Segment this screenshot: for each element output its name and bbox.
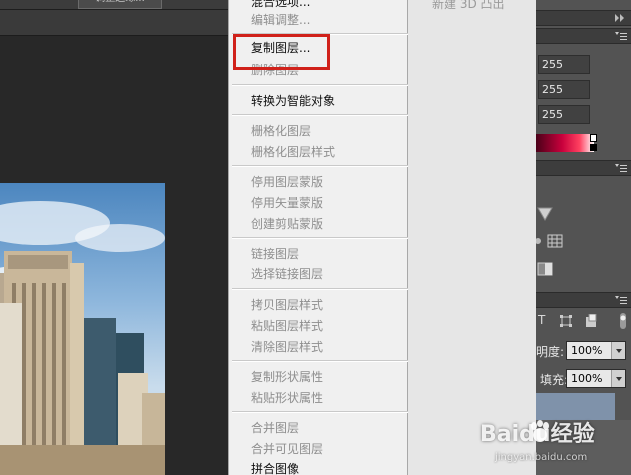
panel-header-collapse[interactable]	[536, 10, 631, 26]
new-3d-extrusion-label: 新建 3D 凸出	[432, 0, 505, 11]
color-g-field[interactable]: 255	[538, 80, 590, 99]
menu-item-paste-shape-attributes: 粘贴形状属性	[251, 391, 324, 405]
menu-item-copy-shape-attributes: 复制形状属性	[251, 370, 324, 384]
opacity-input[interactable]: 100%	[566, 341, 626, 360]
smart-object-filter-icon[interactable]	[585, 314, 597, 328]
color-panel-header[interactable]	[536, 28, 631, 44]
shape-layer-filter-icon[interactable]	[560, 315, 572, 327]
menu-item-edit-adjustment: 编辑调整...	[251, 13, 311, 27]
menu-item-blending-options[interactable]: 混合选项...	[251, 0, 310, 9]
properties-panel-background	[408, 0, 536, 475]
opacity-label: 明度:	[536, 345, 565, 359]
menu-separator	[232, 114, 408, 116]
menu-item-merge-layers: 合并图层	[251, 421, 300, 435]
menu-item-link-layers: 链接图层	[251, 247, 300, 261]
skyline-image	[0, 201, 165, 475]
fill-label: 填充:	[540, 373, 569, 387]
document-tab-bar	[0, 10, 228, 36]
menu-item-clear-layer-style: 清除图层样式	[251, 340, 324, 354]
fill-input[interactable]: 100%	[566, 369, 626, 388]
menu-separator	[232, 237, 408, 239]
menu-separator	[232, 165, 408, 167]
color-r-field[interactable]: 255	[538, 55, 590, 74]
baidu-paw-logo	[531, 420, 549, 442]
menu-item-disable-vector-mask: 停用矢量蒙版	[251, 196, 324, 210]
city-skyline-photo	[0, 183, 165, 475]
menu-item-create-clipping-mask: 创建剪贴蒙版	[251, 217, 324, 231]
menu-item-disable-layer-mask: 停用图层蒙版	[251, 175, 324, 189]
duplicate-layer-highlight-box	[233, 34, 330, 70]
collapse-panels-icon[interactable]	[615, 14, 625, 22]
menu-item-rasterize-layer-style: 栅格化图层样式	[251, 145, 336, 159]
watermark-url: jingyan.baidu.com	[495, 452, 588, 463]
menu-item-copy-layer-style: 拷贝图层样式	[251, 298, 324, 312]
adjustments-panel-header[interactable]	[536, 160, 631, 176]
white-swatch[interactable]	[590, 134, 597, 142]
gradient-map-icon[interactable]	[537, 207, 553, 221]
panel-menu-icon[interactable]	[615, 296, 627, 306]
layers-panel-header[interactable]	[536, 292, 631, 308]
menu-item-rasterize-layer: 栅格化图层	[251, 124, 312, 138]
panel-menu-icon[interactable]	[615, 32, 627, 42]
black-swatch[interactable]	[590, 144, 597, 151]
color-lookup-icon[interactable]	[547, 234, 563, 248]
type-layer-filter-icon[interactable]: T	[538, 313, 545, 327]
menu-item-select-linked-layers: 选择链接图层	[251, 267, 324, 281]
opacity-dropdown-icon[interactable]	[611, 342, 625, 359]
layer-context-menu: 混合选项... 编辑调整... 复制图层... 删除图层 转换为智能对象 栅格化…	[228, 0, 408, 475]
menu-separator	[232, 288, 408, 290]
fill-value: 100%	[571, 372, 603, 385]
menu-item-flatten-image[interactable]: 拼合图像	[251, 462, 299, 475]
panel-menu-icon[interactable]	[615, 164, 627, 174]
menu-separator	[232, 360, 408, 362]
menu-item-paste-layer-style: 粘贴图层样式	[251, 319, 324, 333]
menu-item-merge-visible: 合并可见图层	[251, 442, 324, 456]
channel-mixer-icon[interactable]	[536, 235, 544, 247]
opacity-value: 100%	[571, 344, 603, 357]
menu-separator	[232, 84, 408, 86]
refine-edge-button[interactable]: 调整边缘...	[78, 0, 162, 9]
menu-item-convert-to-smart-object[interactable]: 转换为智能对象	[251, 94, 335, 108]
filter-toggle-icon[interactable]	[618, 313, 628, 329]
color-spectrum-bar[interactable]	[536, 134, 597, 152]
baidu-jingyan-watermark: Baidu经验	[480, 416, 630, 452]
threshold-icon[interactable]	[537, 262, 553, 276]
color-b-field[interactable]: 255	[538, 105, 590, 124]
menu-separator	[232, 411, 408, 413]
fill-dropdown-icon[interactable]	[611, 370, 625, 387]
